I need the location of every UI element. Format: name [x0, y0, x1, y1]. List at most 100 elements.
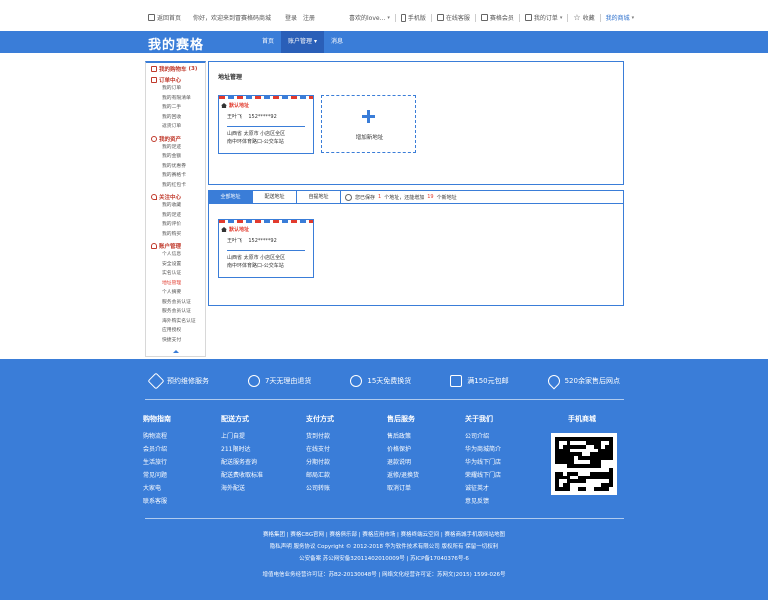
home-icon [221, 103, 227, 108]
sidebar-item[interactable]: 我的红包卡 [146, 181, 205, 191]
footer-link[interactable]: 价格保护 [387, 443, 419, 456]
footer-link[interactable]: 返修/退换货 [387, 469, 419, 482]
collapse-up-icon[interactable] [173, 350, 179, 353]
footer-link[interactable]: 诚征英才 [465, 482, 501, 495]
home-link[interactable]: 返回首页 [148, 13, 181, 22]
default-badge-label: 默认地址 [229, 227, 250, 233]
sidebar-item[interactable]: 安全设置 [146, 260, 205, 270]
order-icon [151, 77, 157, 83]
footer-link[interactable]: 售后政策 [387, 430, 419, 443]
info-prefix: 您已保存 [355, 194, 376, 201]
service-outlets[interactable]: 520余家售后网点 [545, 372, 620, 390]
footer-col-payment: 支付方式 货到付款 在线支付 分期付款 邮局汇款 公司转账 [306, 414, 334, 495]
footer-legal: 赛格集团 | 赛格CBG官网 | 赛格俱乐部 | 赛格应用市场 | 赛格终端云空… [0, 529, 768, 581]
divider [518, 13, 520, 22]
sidebar-item[interactable]: 服务会员认证 [146, 307, 205, 317]
seven-day-icon [247, 375, 260, 387]
sidebar-item[interactable]: 我的有限清单 [146, 94, 205, 104]
sidebar-item[interactable]: 个人信息 [146, 250, 205, 260]
address-card[interactable]: 默认地址 王叶飞 152*****92 山西省 太原市 小店区全区 南中环体育路… [218, 95, 314, 154]
topbar-left: 返回首页 你好，欢迎来到冒赛格码商城 登录 注册 [148, 13, 315, 22]
footer-link[interactable]: 购物流程 [143, 430, 171, 443]
sidebar-item[interactable]: 应用授权 [146, 326, 205, 336]
footer-link[interactable]: 上门自提 [221, 430, 263, 443]
sidebar-item[interactable]: 我的足迹 [146, 211, 205, 221]
mobile-link[interactable]: 手机版 [400, 13, 426, 22]
tab-all[interactable]: 全部地址 [209, 191, 253, 204]
sidebar: 我的购物车 (3) 订单中心 我的订单 我的有限清单 我的二手 我的回收 返货订单… [145, 61, 206, 357]
footer-col-delivery: 配送方式 上门自提 211限时达 配送服务查询 配送费收取标准 海外配送 [221, 414, 263, 495]
divider [474, 13, 476, 22]
nav-home[interactable]: 首页 [255, 31, 281, 53]
address-tabs: 全部地址 配送地址 自提地址 您已保存 1 个地址，还能增加 19 个新地址 [209, 191, 623, 204]
nav-messages[interactable]: 消息 [324, 31, 350, 53]
chevron-down-icon: ▾ [387, 14, 390, 21]
footer-links-line[interactable]: 赛格集团 | 赛格CBG官网 | 赛格俱乐部 | 赛格应用市场 | 赛格终端云空… [0, 529, 768, 541]
sidebar-item[interactable]: 我的购买 [146, 230, 205, 240]
footer-link[interactable]: 意见反馈 [465, 495, 501, 508]
footer-link[interactable]: 退款说明 [387, 456, 419, 469]
sidebar-item[interactable]: 实名认证 [146, 269, 205, 279]
sidebar-item[interactable]: 我的收藏 [146, 201, 205, 211]
footer-link[interactable]: 大家电 [143, 482, 171, 495]
service-link[interactable]: 在线客服 [436, 13, 470, 22]
sidebar-item[interactable]: 我的金额 [146, 152, 205, 162]
footer-link[interactable]: 会员介绍 [143, 443, 171, 456]
footer-link[interactable]: 荣耀线下门店 [465, 469, 501, 482]
footer-link[interactable]: 取消订单 [387, 482, 419, 495]
footer-link[interactable]: 211限时达 [221, 443, 263, 456]
login-link[interactable]: 登录 [285, 13, 297, 22]
sidebar-item[interactable]: 我的二手 [146, 103, 205, 113]
orders-link[interactable]: 我的订单 ▾ [524, 13, 562, 22]
sidebar-item[interactable]: 快捷支付 [146, 336, 205, 346]
tab-delivery[interactable]: 配送地址 [253, 191, 297, 204]
footer-col-title: 配送方式 [221, 415, 249, 423]
sidebar-item[interactable]: 我的足迹 [146, 143, 205, 153]
sidebar-item[interactable]: 我的订单 [146, 84, 205, 94]
service-repair[interactable]: 预约维修服务 [147, 372, 209, 390]
tab-pickup[interactable]: 自提地址 [297, 191, 341, 204]
member-link[interactable]: 赛格会员 [480, 13, 514, 22]
footer-link[interactable]: 华为线下门店 [465, 456, 501, 469]
sidebar-item-address[interactable]: 地址管理 [146, 279, 205, 289]
footer-link[interactable]: 常见问题 [143, 469, 171, 482]
sidebar-item[interactable]: 我的赛格卡 [146, 171, 205, 181]
sidebar-item[interactable]: 我的回收 [146, 113, 205, 123]
service-return[interactable]: 7天无理由退货 [247, 375, 312, 387]
sidebar-item[interactable]: 服务会员认证 [146, 298, 205, 308]
order-icon [524, 14, 532, 21]
service-shipping[interactable]: 满150元包邮 [450, 375, 509, 387]
footer-link[interactable]: 生活旅行 [143, 456, 171, 469]
sidebar-item[interactable]: 个人摘要 [146, 288, 205, 298]
sidebar-cart[interactable]: 我的购物车 (3) [146, 65, 205, 73]
footer-link[interactable]: 货到付款 [306, 430, 334, 443]
service-exchange[interactable]: 15天免费换货 [350, 375, 411, 387]
footer-link[interactable]: 海外配送 [221, 482, 263, 495]
service-label: 7天无理由退货 [264, 377, 312, 385]
footer-link[interactable]: 在线支付 [306, 443, 334, 456]
nav-account[interactable]: 账户管理 ▾ [281, 31, 324, 53]
sidebar-item[interactable]: 我的优惠券 [146, 162, 205, 172]
favorite-link[interactable]: ☆ 收藏 [573, 13, 594, 22]
mall-link[interactable]: 我的商城 ▾ [606, 13, 635, 23]
greeting-text: 你好，欢迎来到冒赛格码商城 [193, 15, 272, 22]
footer-link[interactable]: 邮局汇款 [306, 469, 334, 482]
search-hint-text: 喜欢的love... [349, 15, 386, 22]
footer-link[interactable]: 配送服务查询 [221, 456, 263, 469]
sidebar-item[interactable]: 海外购实名认证 [146, 317, 205, 327]
search-hint[interactable]: 喜欢的love... ▾ [349, 13, 390, 23]
register-link[interactable]: 注册 [303, 13, 315, 22]
orders-label: 我的订单 [533, 15, 558, 22]
footer-link[interactable]: 公司介绍 [465, 430, 501, 443]
footer-link[interactable]: 配送费收取标准 [221, 469, 263, 482]
footer-link[interactable]: 联系客服 [143, 495, 171, 508]
plus-icon [362, 110, 375, 123]
add-address-button[interactable]: 增加新地址 [321, 95, 416, 153]
address-card[interactable]: 默认地址 王叶飞 152*****92 山西省 太原市 小店区全区 南中环体育路… [218, 219, 314, 278]
footer-link[interactable]: 公司转账 [306, 482, 334, 495]
sidebar-item[interactable]: 返货订单 [146, 122, 205, 132]
footer-link[interactable]: 华为商城简介 [465, 443, 501, 456]
card-divider [227, 126, 305, 127]
footer-link[interactable]: 分期付款 [306, 456, 334, 469]
sidebar-item[interactable]: 我的评价 [146, 220, 205, 230]
